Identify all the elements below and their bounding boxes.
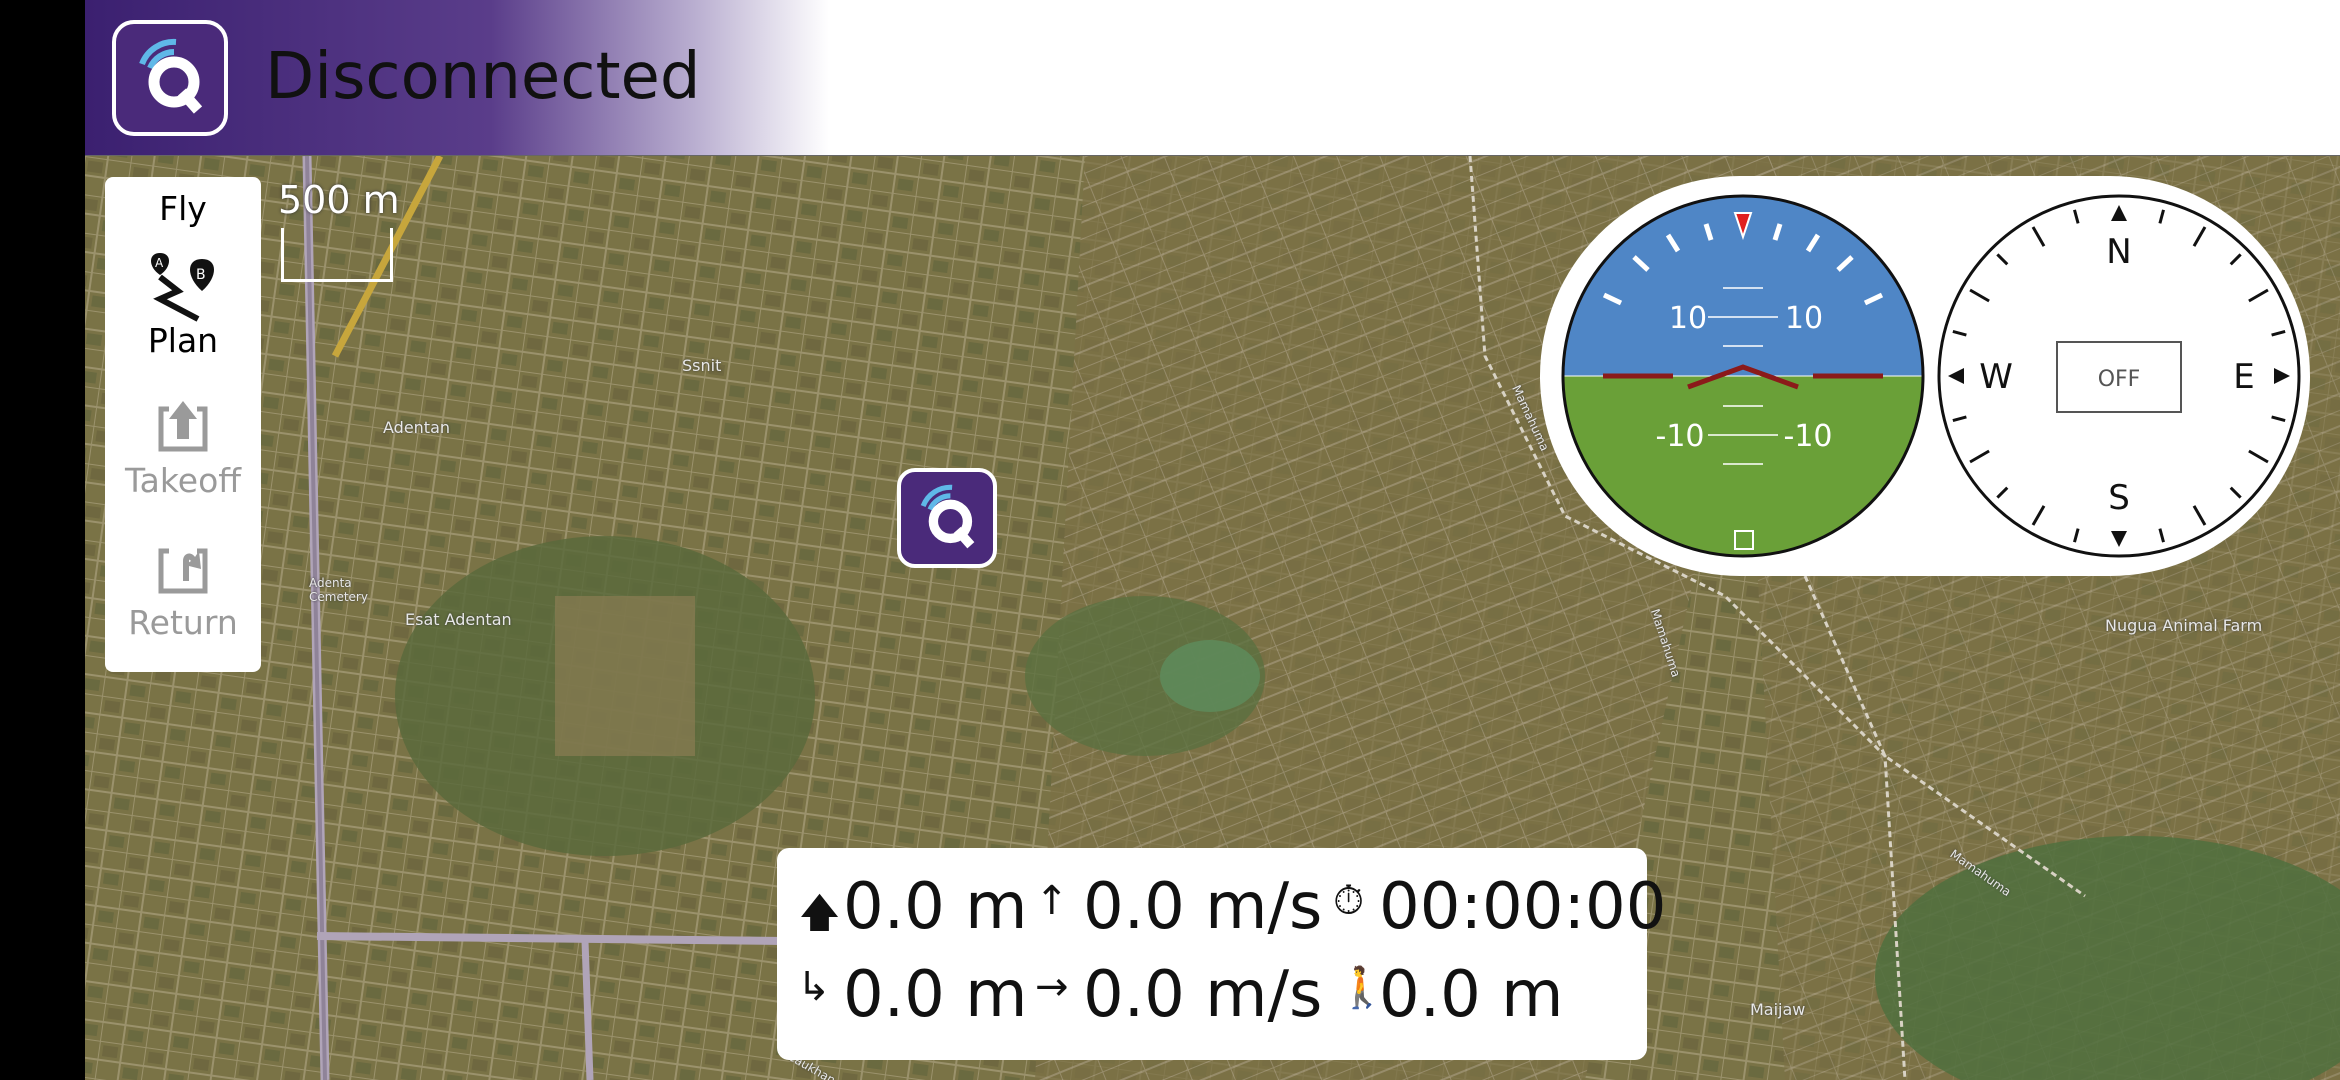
map-label-nugua-animal-farm: Nugua Animal Farm xyxy=(2105,616,2263,635)
map-label-ssnit: Ssnit xyxy=(682,356,722,375)
map-label-maijaw: Maijaw xyxy=(1750,1000,1806,1019)
tool-takeoff-label: Takeoff xyxy=(124,461,242,500)
compass-east: E xyxy=(2233,357,2254,397)
vehicle-marker-icon[interactable] xyxy=(897,468,997,568)
vertical-speed-value: 0.0 m/s xyxy=(1083,870,1323,944)
attitude-indicator: 10 10 -10 -10 xyxy=(1561,194,1925,558)
flight-time-icon: ⏱ xyxy=(1333,878,1365,924)
compass-south: S xyxy=(2108,478,2130,518)
map-label-adentan: Adentan xyxy=(383,418,451,437)
tool-strip: Fly A B Plan Takeoff Return xyxy=(105,177,261,672)
altitude-icon: 🡅 xyxy=(799,890,841,936)
pitch-label-pos10-right: 10 xyxy=(1785,301,1823,336)
qgc-logo-icon[interactable] xyxy=(112,20,228,136)
pitch-label-neg10-right: -10 xyxy=(1784,419,1833,454)
horizontal-speed-icon: → xyxy=(1035,964,1069,1010)
map-label-esat-adentan: Esat Adentan xyxy=(405,610,512,629)
tool-fly-label: Fly xyxy=(159,189,207,228)
vertical-speed-icon: ↑ xyxy=(1035,878,1069,924)
svg-text:B: B xyxy=(196,267,206,283)
connection-status[interactable]: Disconnected xyxy=(265,40,701,114)
tool-takeoff[interactable]: Takeoff xyxy=(105,395,261,525)
compass-north: N xyxy=(2106,232,2131,272)
top-toolbar: Disconnected xyxy=(85,0,2340,156)
flight-time-value: 00:00:00 xyxy=(1379,870,1667,944)
return-icon xyxy=(158,548,208,594)
plan-route-icon: A B xyxy=(151,253,214,322)
distance-value: 0.0 m xyxy=(843,958,1028,1032)
tool-plan[interactable]: A B Plan xyxy=(105,239,261,369)
tool-return-label: Return xyxy=(128,603,238,642)
svg-text:A: A xyxy=(155,256,164,270)
compass-west: W xyxy=(1979,357,2013,397)
map-label-adenta-cemetery: Adenta Cemetery xyxy=(309,576,368,604)
map-scale-bar xyxy=(281,228,393,282)
altitude-value: 0.0 m xyxy=(843,870,1028,944)
telemetry-panel: 🡅 0.0 m ↑ 0.0 m/s ⏱ 00:00:00 ↳ 0.0 m → 0… xyxy=(777,848,1666,1060)
pitch-label-pos10-left: 10 xyxy=(1669,301,1707,336)
map-scale-label: 500 m xyxy=(278,178,400,222)
distance-icon: ↳ xyxy=(797,964,831,1010)
pitch-label-neg10-left: -10 xyxy=(1656,419,1705,454)
compass-indicator: N S W E OFF xyxy=(1937,194,2301,558)
distance-to-home-value: 0.0 m xyxy=(1379,958,1564,1032)
instrument-panel: 10 10 -10 -10 N S W E OFF xyxy=(1540,176,2310,576)
compass-center-label: OFF xyxy=(2098,367,2141,392)
tool-fly[interactable]: Fly xyxy=(105,189,261,239)
left-edge-bar xyxy=(0,0,85,1080)
horizontal-speed-value: 0.0 m/s xyxy=(1083,958,1323,1032)
tool-return[interactable]: Return xyxy=(105,537,261,667)
takeoff-icon xyxy=(158,401,208,452)
tool-plan-label: Plan xyxy=(147,321,219,360)
